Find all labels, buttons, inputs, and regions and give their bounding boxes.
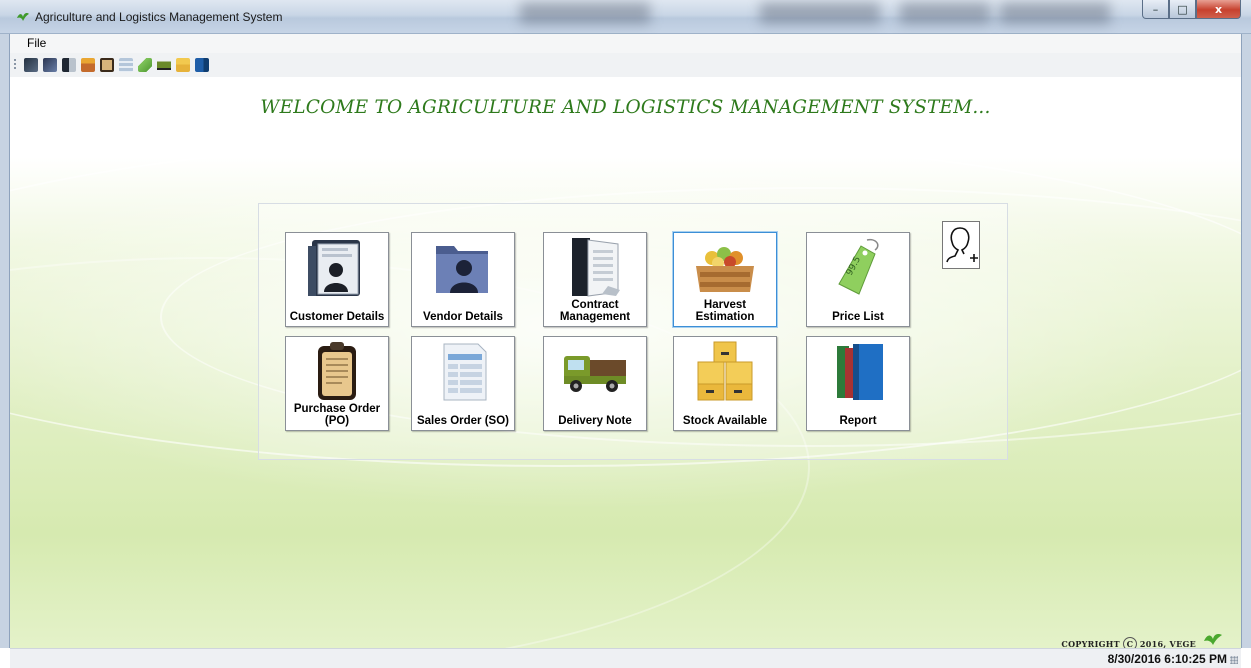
report-tile[interactable]: Report	[806, 336, 910, 431]
tile-label: Contract Management	[559, 299, 631, 323]
tile-label: Harvest Estimation	[695, 299, 755, 323]
copyright-suffix: 2016, VEGE	[1139, 639, 1196, 648]
stock-available-tile[interactable]: Stock Available	[673, 336, 777, 431]
minimize-button[interactable]: –	[1142, 0, 1169, 19]
menu-bar: File	[10, 34, 1241, 53]
window-title: Agriculture and Logistics Management Sys…	[35, 10, 283, 24]
maximize-button[interactable]: □	[1169, 0, 1196, 19]
clipboard-icon	[318, 342, 356, 400]
toolbar	[10, 53, 1241, 77]
stock-boxes-icon[interactable]	[176, 58, 190, 72]
app-leaf-icon	[17, 13, 29, 21]
customer-icon[interactable]	[24, 58, 38, 72]
delivery-truck-icon[interactable]	[157, 58, 171, 72]
contract-binder-icon	[572, 238, 620, 297]
report-books-icon	[837, 344, 883, 400]
stock-boxes-icon	[697, 341, 753, 401]
vendor-details-tile[interactable]: Vendor Details	[411, 232, 515, 327]
tile-label: Purchase Order (PO)	[293, 403, 381, 427]
copyright-symbol: C	[1122, 637, 1137, 648]
status-datetime: 8/30/2016 6:10:25 PM	[1107, 652, 1227, 666]
report-books-icon[interactable]	[195, 58, 209, 72]
harvest-icon[interactable]	[81, 58, 95, 72]
purchase-order-tile[interactable]: Purchase Order (PO)	[285, 336, 389, 431]
purchase-order-icon[interactable]	[100, 58, 114, 72]
add-user-button[interactable]	[942, 221, 980, 269]
welcome-heading: WELCOME TO AGRICULTURE AND LOGISTICS MAN…	[260, 97, 991, 118]
window-right-border	[1241, 34, 1251, 648]
harvest-estimation-tile[interactable]: Harvest Estimation	[673, 232, 777, 327]
copyright-notice: COPYRIGHT C 2016, VEGE	[1061, 637, 1196, 648]
sales-order-icon[interactable]	[119, 58, 133, 72]
price-list-tile[interactable]: 99.5 Price List	[806, 232, 910, 327]
customer-folder-icon	[308, 240, 360, 296]
close-button[interactable]: x	[1196, 0, 1241, 19]
status-bar: 8/30/2016 6:10:25 PM	[10, 648, 1241, 668]
tile-label: Report	[839, 415, 877, 427]
contract-management-tile[interactable]: Contract Management	[543, 232, 647, 327]
resize-grip[interactable]	[1230, 656, 1238, 664]
contract-icon[interactable]	[62, 58, 76, 72]
tile-label: Delivery Note	[558, 415, 632, 427]
sales-order-tile[interactable]: Sales Order (SO)	[411, 336, 515, 431]
main-content: WELCOME TO AGRICULTURE AND LOGISTICS MAN…	[10, 77, 1241, 648]
tile-label: Sales Order (SO)	[416, 415, 510, 427]
harvest-crate-icon	[696, 247, 754, 292]
menu-file[interactable]: File	[27, 36, 46, 50]
tile-label: Customer Details	[289, 311, 385, 323]
title-bar[interactable]: Agriculture and Logistics Management Sys…	[0, 0, 1251, 34]
spreadsheet-icon	[443, 343, 487, 401]
delivery-note-tile[interactable]: Delivery Note	[543, 336, 647, 431]
tile-label: Stock Available	[682, 415, 768, 427]
price-tag-icon: 99.5	[838, 238, 879, 295]
tile-label: Vendor Details	[423, 311, 503, 323]
tile-label: Price List	[832, 311, 884, 323]
delivery-truck-icon	[564, 356, 626, 392]
copyright-prefix: COPYRIGHT	[1061, 639, 1120, 648]
vendor-icon[interactable]	[43, 58, 57, 72]
add-user-icon	[946, 227, 978, 263]
price-tag-icon[interactable]	[138, 58, 152, 72]
vege-leaf-icon	[1204, 634, 1222, 645]
window-left-border	[0, 34, 10, 648]
vendor-folder-icon	[436, 246, 488, 293]
toolbar-grip[interactable]	[14, 59, 16, 71]
customer-details-tile[interactable]: Customer Details	[285, 232, 389, 327]
